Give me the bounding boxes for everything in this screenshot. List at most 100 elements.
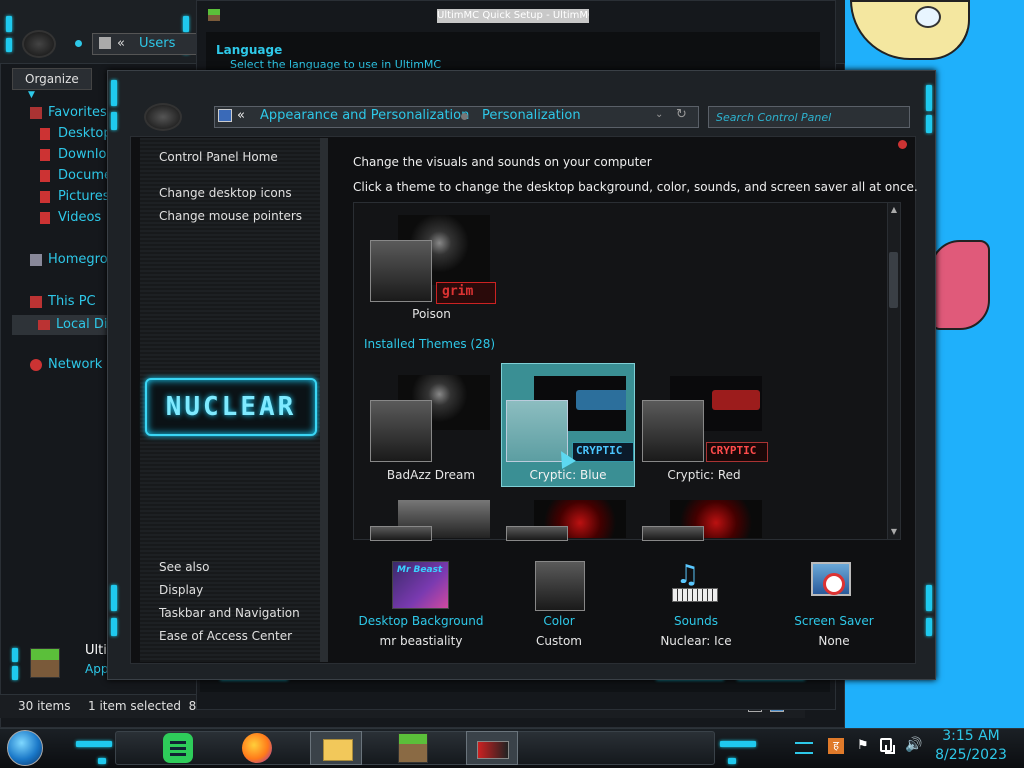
- address-dropdown-icon[interactable]: ⌄: [655, 109, 663, 120]
- organize-label: Organize: [25, 72, 79, 86]
- nav-desktop[interactable]: Desktop: [40, 126, 112, 141]
- breadcrumb-dot-icon: [461, 113, 468, 120]
- videos-icon: [40, 211, 50, 224]
- show-desktop-icon[interactable]: [795, 742, 813, 754]
- clock-time[interactable]: 3:15 AM: [940, 728, 1002, 744]
- homegroup-icon: [30, 253, 42, 266]
- explorer-nav-dot: [75, 40, 82, 47]
- cp-home-link[interactable]: Control Panel Home: [159, 150, 278, 164]
- change-mouse-pointers-link[interactable]: Change mouse pointers: [159, 209, 302, 223]
- screen-saver-label: Screen Saver: [794, 614, 874, 628]
- cp-breadcrumb-sep: «: [237, 108, 245, 123]
- cp-search-input[interactable]: Search Control Panel: [708, 106, 910, 128]
- theme-name-cryptic-blue: Cryptic: Blue: [529, 468, 607, 482]
- nav-local-disk[interactable]: Local Dis: [12, 315, 120, 335]
- installed-themes-heading: Installed Themes (28): [364, 337, 496, 351]
- theme-name-cryptic-red: Cryptic: Red: [667, 468, 741, 482]
- cryptic-blue-logo-badge: CRYPTIC: [572, 442, 634, 462]
- ime-label: ह: [833, 739, 839, 752]
- setup-language-heading: Language: [216, 43, 283, 57]
- breadcrumb-users[interactable]: Users: [139, 36, 175, 51]
- cryptic-blue-logo-text: CRYPTIC: [576, 444, 623, 457]
- cryptic-red-emblem-icon: [712, 390, 760, 410]
- details-app-icon: [30, 648, 60, 678]
- poison-logo-badge: grim: [436, 282, 496, 304]
- local-disk-icon: [38, 319, 50, 330]
- network-tray-icon[interactable]: [885, 745, 895, 754]
- desktop-background-value: mr beastiality: [379, 634, 463, 648]
- notes-app-icon[interactable]: [163, 733, 193, 763]
- control-panel-icon: [218, 109, 232, 122]
- music-notes-icon: ♫: [676, 560, 700, 590]
- display-link[interactable]: Display: [159, 583, 203, 597]
- breadcrumb-personalization[interactable]: Personalization: [482, 108, 581, 123]
- see-also-label: See also: [159, 560, 210, 574]
- change-desktop-icons-link[interactable]: Change desktop icons: [159, 186, 292, 200]
- ime-indicator[interactable]: ह: [828, 738, 844, 754]
- refresh-icon[interactable]: ↻: [676, 107, 687, 122]
- ease-of-access-link[interactable]: Ease of Access Center: [159, 629, 292, 643]
- nav-videos[interactable]: Videos: [40, 210, 101, 225]
- minecraft-launcher-icon[interactable]: [398, 733, 428, 763]
- volume-icon[interactable]: 🔊: [905, 737, 922, 753]
- sounds-value: Nuclear: Ice: [660, 634, 732, 648]
- file-explorer-icon[interactable]: [310, 731, 362, 765]
- color-value: Custom: [536, 634, 582, 648]
- nav-this-pc-label: This PC: [48, 294, 96, 309]
- page-heading: Change the visuals and sounds on your co…: [353, 155, 652, 169]
- color-swatch: [535, 561, 585, 611]
- nav-favorites-label: Favorites: [48, 105, 107, 120]
- theme-swatch-partial-3: [642, 526, 704, 541]
- cp-back-orb[interactable]: [144, 103, 182, 131]
- taskbar-navigation-link[interactable]: Taskbar and Navigation: [159, 606, 300, 620]
- poison-color-swatch: [370, 240, 432, 302]
- status-item-count: 30 items: [18, 699, 71, 713]
- personalization-task-button[interactable]: [466, 731, 518, 765]
- nav-videos-label: Videos: [58, 210, 102, 225]
- theme-name-poison: Poison: [412, 307, 451, 321]
- scroll-thumb[interactable]: [889, 252, 898, 308]
- breadcrumb-separator: «: [117, 36, 125, 51]
- wallpaper-character-art-2: [930, 240, 990, 330]
- poison-logo-text: grim: [442, 284, 474, 299]
- theme-swatch-partial-2: [506, 526, 568, 541]
- help-icon[interactable]: [898, 140, 907, 149]
- nav-local-disk-label: Local Dis: [56, 317, 115, 332]
- downloads-icon: [40, 148, 50, 161]
- firefox-icon[interactable]: [242, 733, 272, 763]
- nuclear-logo-text: NUCLEAR: [165, 392, 297, 422]
- nav-favorites[interactable]: Favorites: [30, 105, 107, 120]
- side-pane-divider: [320, 138, 328, 662]
- cryptic-blue-emblem-icon: [576, 390, 626, 410]
- nav-network[interactable]: Network: [30, 357, 102, 372]
- cp-search-placeholder: Search Control Panel: [716, 111, 832, 124]
- badazz-color-swatch: [370, 400, 432, 462]
- breadcrumb-appearance[interactable]: Appearance and Personalization: [260, 108, 469, 123]
- network-icon: [30, 358, 42, 371]
- background-thumbnail-art: Mr Beast: [397, 565, 443, 575]
- desktop-background-label: Desktop Background: [358, 614, 484, 628]
- nav-this-pc[interactable]: This PC: [30, 294, 96, 309]
- nav-pictures-label: Pictures: [58, 189, 110, 204]
- explorer-address-bar[interactable]: « Users: [92, 33, 200, 55]
- clock-date[interactable]: 8/25/2023: [932, 747, 1010, 763]
- color-label: Color: [543, 614, 575, 628]
- sounds-label: Sounds: [673, 614, 719, 628]
- cryptic-red-logo-badge: CRYPTIC: [706, 442, 768, 462]
- pictures-icon: [40, 190, 50, 203]
- nav-pictures[interactable]: Pictures: [40, 189, 109, 204]
- this-pc-icon: [30, 295, 42, 308]
- cryptic-red-color-swatch: [642, 400, 704, 462]
- flag-icon[interactable]: ⚑: [857, 738, 869, 753]
- scroll-up-icon[interactable]: ▲: [889, 205, 899, 215]
- explorer-back-orb[interactable]: [22, 30, 56, 58]
- organize-button[interactable]: Organize ▼: [12, 68, 92, 100]
- cryptic-red-logo-text: CRYPTIC: [710, 444, 757, 457]
- scroll-down-icon[interactable]: ▼: [889, 527, 899, 537]
- folder-icon: [99, 37, 111, 49]
- desktop-background-thumbnail: Mr Beast: [392, 561, 449, 609]
- start-button[interactable]: [7, 730, 43, 766]
- theme-swatch-partial-1: [370, 526, 432, 541]
- documents-icon: [40, 169, 50, 182]
- folder-icon: [323, 739, 353, 761]
